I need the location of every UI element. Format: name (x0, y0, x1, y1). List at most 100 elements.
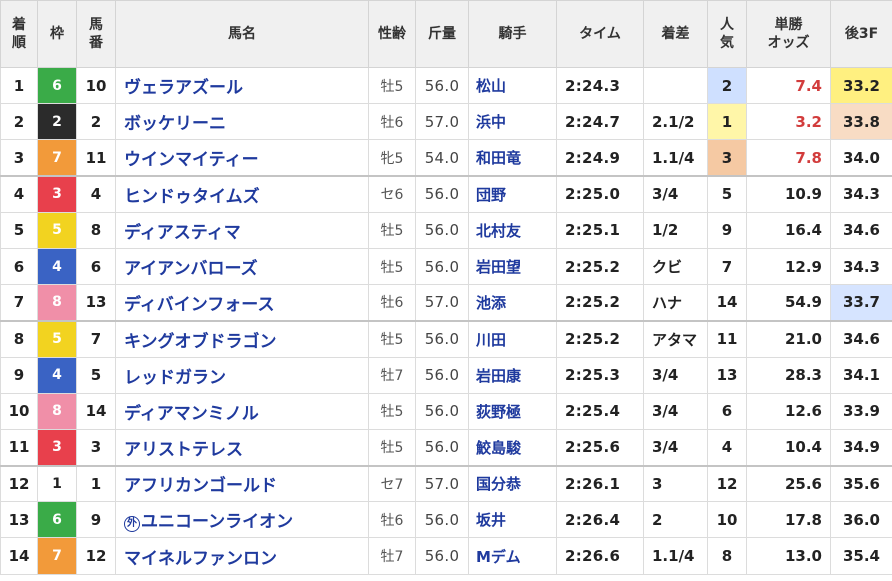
jockey-link[interactable]: 和田竜 (468, 139, 557, 177)
jockey-link[interactable]: 国分恭 (468, 464, 557, 503)
jockey-link[interactable]: 池添 (468, 284, 557, 322)
last-3f-cell: 33.7 (830, 284, 892, 322)
jockey-link[interactable]: 川田 (468, 319, 557, 358)
last-3f-cell: 35.6 (830, 464, 892, 503)
header-number-line1: 馬 (89, 17, 103, 33)
last-3f-cell: 34.3 (830, 247, 892, 286)
weight-cell: 56.0 (415, 247, 469, 286)
header-win-odds: 単勝 オッズ (746, 0, 831, 68)
horse-name-link[interactable]: レッドガラン (115, 356, 369, 394)
odds-cell: 10.4 (746, 428, 831, 467)
horse-name-link[interactable]: ウインマイティー (115, 139, 369, 177)
table-row: 10 8 14 ディアマンミノル 牡5 56.0 荻野極 2:25.4 3/4 6 12.6 33.9 (0, 392, 892, 430)
rank-cell: 8 (0, 319, 38, 358)
jockey-link[interactable]: 荻野極 (468, 392, 557, 430)
odds-cell: 12.9 (746, 247, 831, 286)
jockey-link[interactable]: 団野 (468, 175, 557, 213)
horse-number-cell: 12 (76, 537, 116, 575)
horse-name-link[interactable]: ディアマンミノル (115, 392, 369, 430)
waku-badge: 5 (37, 319, 77, 358)
popularity-cell: 12 (707, 464, 747, 503)
horse-number-cell: 2 (76, 103, 116, 141)
horse-name-link[interactable]: アリストテレス (115, 428, 369, 467)
horse-name-link[interactable]: アイアンバローズ (115, 247, 369, 286)
margin-cell: 2 (643, 501, 708, 539)
horse-name-link[interactable]: アフリカンゴールド (115, 464, 369, 503)
time-cell: 2:26.6 (556, 537, 644, 575)
time-cell: 2:25.6 (556, 428, 644, 467)
rank-cell: 7 (0, 284, 38, 322)
horse-name-link[interactable]: ディアスティマ (115, 211, 369, 249)
margin-cell: 1.1/4 (643, 139, 708, 177)
jockey-link[interactable]: 北村友 (468, 211, 557, 249)
weight-cell: 56.0 (415, 501, 469, 539)
table-row: 3 7 11 ウインマイティー 牝5 54.0 和田竜 2:24.9 1.1/4 3 7.8 34.0 (0, 139, 892, 177)
horse-number-cell: 5 (76, 356, 116, 394)
horse-name-text[interactable]: ユニコーンライオン (141, 512, 293, 532)
waku-badge: 7 (37, 537, 77, 575)
weight-cell: 57.0 (415, 464, 469, 503)
weight-cell: 56.0 (415, 428, 469, 467)
horse-number-cell: 4 (76, 175, 116, 213)
header-rank: 着順 (0, 0, 38, 68)
horse-name-link[interactable]: ディバインフォース (115, 284, 369, 322)
race-results-table: 着順 枠 馬番 馬名 性齢 斤量 騎手 タイム 着差 人気 単勝 オッズ 後3F … (0, 0, 892, 575)
rank-cell: 11 (0, 428, 38, 467)
jockey-link[interactable]: Mデム (468, 537, 557, 575)
sex-age-cell: 牡7 (368, 356, 416, 394)
rank-cell: 12 (0, 464, 38, 503)
jockey-link[interactable]: 岩田康 (468, 356, 557, 394)
horse-name-link[interactable]: キングオブドラゴン (115, 319, 369, 358)
rank-cell: 10 (0, 392, 38, 430)
odds-cell: 21.0 (746, 319, 831, 358)
time-cell: 2:24.7 (556, 103, 644, 141)
margin-cell: 3/4 (643, 175, 708, 213)
horse-name-link[interactable]: マイネルファンロン (115, 537, 369, 575)
header-popularity-line1: 人 (720, 17, 734, 33)
last-3f-cell: 33.9 (830, 392, 892, 430)
sex-age-cell: 牡5 (368, 392, 416, 430)
weight-cell: 56.0 (415, 356, 469, 394)
table-row: 9 4 5 レッドガラン 牡7 56.0 岩田康 2:25.3 3/4 13 28.3 34.1 (0, 356, 892, 394)
rank-cell: 1 (0, 66, 38, 105)
sex-age-cell: 牡5 (368, 428, 416, 467)
sex-age-cell: 牡5 (368, 211, 416, 249)
jockey-link[interactable]: 岩田望 (468, 247, 557, 286)
time-cell: 2:25.3 (556, 356, 644, 394)
horse-name-link[interactable]: 外ユニコーンライオン (115, 501, 369, 539)
horse-name-link[interactable]: ヒンドゥタイムズ (115, 175, 369, 213)
weight-cell: 56.0 (415, 319, 469, 358)
weight-cell: 57.0 (415, 103, 469, 141)
jockey-link[interactable]: 松山 (468, 66, 557, 105)
jockey-link[interactable]: 浜中 (468, 103, 557, 141)
header-rank-line2: 順 (12, 35, 26, 51)
waku-badge: 1 (37, 464, 77, 503)
horse-number-cell: 14 (76, 392, 116, 430)
margin-cell: ハナ (643, 284, 708, 322)
header-time: タイム (556, 0, 644, 68)
jockey-link[interactable]: 坂井 (468, 501, 557, 539)
odds-cell: 3.2 (746, 103, 831, 141)
popularity-cell: 13 (707, 356, 747, 394)
horse-number-cell: 11 (76, 139, 116, 177)
header-sex-age: 性齢 (368, 0, 416, 68)
last-3f-cell: 34.9 (830, 428, 892, 467)
table-row: 1 6 10 ヴェラアズール 牡5 56.0 松山 2:24.3 2 7.4 33.2 (0, 66, 892, 105)
horse-name-link[interactable]: ヴェラアズール (115, 66, 369, 105)
popularity-cell: 1 (707, 103, 747, 141)
last-3f-cell: 34.6 (830, 319, 892, 358)
waku-badge: 2 (37, 103, 77, 141)
popularity-cell: 5 (707, 175, 747, 213)
horse-name-link[interactable]: ボッケリーニ (115, 103, 369, 141)
time-cell: 2:25.1 (556, 211, 644, 249)
rank-cell: 9 (0, 356, 38, 394)
jockey-link[interactable]: 鮫島駿 (468, 428, 557, 467)
header-rank-line1: 着 (12, 17, 26, 33)
waku-badge: 6 (37, 66, 77, 105)
header-weight: 斤量 (415, 0, 469, 68)
table-row: 6 4 6 アイアンバローズ 牡5 56.0 岩田望 2:25.2 クビ 7 12.9 34.3 (0, 247, 892, 286)
last-3f-cell: 34.1 (830, 356, 892, 394)
last-3f-cell: 34.0 (830, 139, 892, 177)
header-odds-line2: オッズ (767, 35, 810, 51)
weight-cell: 56.0 (415, 66, 469, 105)
